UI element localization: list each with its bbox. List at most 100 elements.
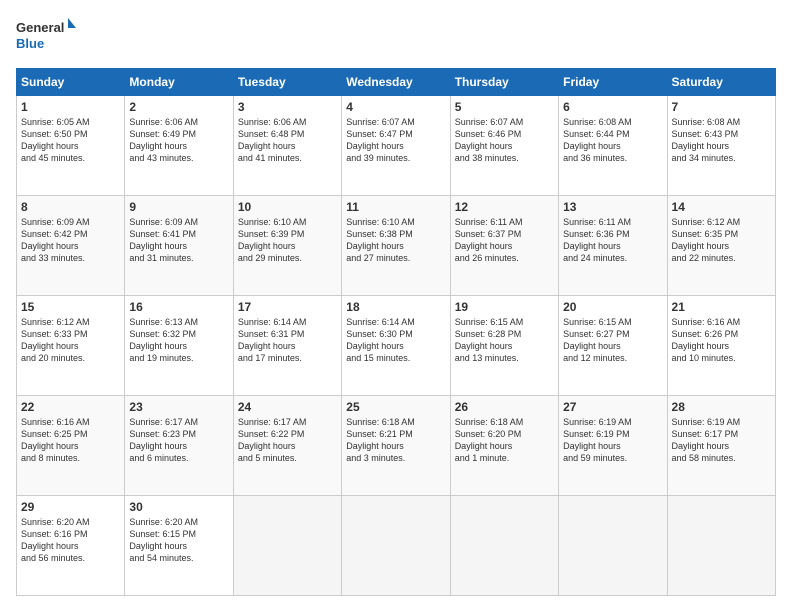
calendar-cell xyxy=(233,496,341,596)
calendar-week-row: 1Sunrise: 6:05 AMSunset: 6:50 PMDaylight… xyxy=(17,96,776,196)
weekday-header: Wednesday xyxy=(342,69,450,96)
day-info: Sunrise: 6:15 AMSunset: 6:27 PMDaylight … xyxy=(563,316,662,365)
daylight-value: and 1 minute. xyxy=(455,453,510,463)
calendar-cell xyxy=(342,496,450,596)
sunset-text: Sunset: 6:32 PM xyxy=(129,329,196,339)
sunrise-text: Sunrise: 6:06 AM xyxy=(129,117,198,127)
daylight-value: and 24 minutes. xyxy=(563,253,627,263)
day-number: 28 xyxy=(672,400,771,414)
daylight-label: Daylight hours xyxy=(238,141,296,151)
day-info: Sunrise: 6:18 AMSunset: 6:20 PMDaylight … xyxy=(455,416,554,465)
daylight-value: and 33 minutes. xyxy=(21,253,85,263)
daylight-label: Daylight hours xyxy=(563,141,621,151)
calendar-cell: 25Sunrise: 6:18 AMSunset: 6:21 PMDayligh… xyxy=(342,396,450,496)
day-info: Sunrise: 6:13 AM Sunset: 6:32 PM Daylight … xyxy=(129,316,228,365)
day-info: Sunrise: 6:15 AMSunset: 6:28 PMDaylight … xyxy=(455,316,554,365)
daylight-label: Daylight hours xyxy=(455,141,513,151)
daylight-label: Daylight hours xyxy=(21,541,79,551)
day-number: 11 xyxy=(346,200,445,214)
calendar-cell: 10Sunrise: 6:10 AMSunset: 6:39 PMDayligh… xyxy=(233,196,341,296)
calendar-cell: 18Sunrise: 6:14 AMSunset: 6:30 PMDayligh… xyxy=(342,296,450,396)
sunrise-text: Sunrise: 6:11 AM xyxy=(563,217,631,227)
sunrise-text: Sunrise: 6:14 AM xyxy=(238,317,307,327)
daylight-label: Daylight hours xyxy=(21,441,79,451)
sunset-text: Sunset: 6:42 PM xyxy=(21,229,88,239)
daylight-label: Daylight hours xyxy=(129,341,187,351)
day-info: Sunrise: 6:08 AMSunset: 6:43 PMDaylight … xyxy=(672,116,771,165)
day-number: 13 xyxy=(563,200,662,214)
daylight-label: Daylight hours xyxy=(346,141,404,151)
day-number: 15 xyxy=(21,300,120,314)
sunset-text: Sunset: 6:15 PM xyxy=(129,529,196,539)
daylight-label: Daylight hours xyxy=(455,241,513,251)
daylight-value: and 39 minutes. xyxy=(346,153,410,163)
calendar-cell xyxy=(450,496,558,596)
sunrise-text: Sunrise: 6:19 AM xyxy=(563,417,632,427)
day-info: Sunrise: 6:07 AMSunset: 6:46 PMDaylight … xyxy=(455,116,554,165)
daylight-value: and 12 minutes. xyxy=(563,353,627,363)
daylight-value: and 22 minutes. xyxy=(672,253,736,263)
calendar-cell: 3 Sunrise: 6:06 AM Sunset: 6:48 PM Daylight… xyxy=(233,96,341,196)
daylight-value: and 3 minutes. xyxy=(346,453,405,463)
logo: General Blue xyxy=(16,16,76,58)
day-number: 26 xyxy=(455,400,554,414)
sunset-text: Sunset: 6:50 PM xyxy=(21,129,88,139)
calendar-cell: 9Sunrise: 6:09 AMSunset: 6:41 PMDaylight… xyxy=(125,196,233,296)
daylight-label: Daylight hours xyxy=(129,141,187,151)
day-number: 8 xyxy=(21,200,120,214)
daylight-value: and 10 minutes. xyxy=(672,353,736,363)
sunset-text: Sunset: 6:44 PM xyxy=(563,129,630,139)
day-number: 3 xyxy=(238,100,337,114)
day-info: Sunrise: 6:09 AMSunset: 6:42 PMDaylight … xyxy=(21,216,120,265)
logo-svg: General Blue xyxy=(16,16,76,58)
calendar-cell: 16Sunrise: 6:13 AMSunset: 6:32 PMDayligh… xyxy=(125,296,233,396)
calendar-table: SundayMondayTuesdayWednesdayThursdayFrid… xyxy=(16,68,776,596)
daylight-value: and 5 minutes. xyxy=(238,453,297,463)
sunrise-text: Sunrise: 6:20 AM xyxy=(129,517,198,527)
sunrise-text: Sunrise: 6:12 AM xyxy=(21,317,90,327)
sunset-text: Sunset: 6:49 PM xyxy=(129,129,196,139)
day-number: 1 xyxy=(21,100,120,114)
daylight-value: and 38 minutes. xyxy=(455,153,519,163)
sunrise-text: Sunrise: 6:14 AM xyxy=(346,317,415,327)
sunset-text: Sunset: 6:43 PM xyxy=(672,129,739,139)
sunset-text: Sunset: 6:28 PM xyxy=(455,329,522,339)
sunrise-text: Sunrise: 6:18 AM xyxy=(346,417,415,427)
sunrise-text: Sunrise: 6:17 AM xyxy=(238,417,307,427)
day-number: 7 xyxy=(672,100,771,114)
svg-text:General: General xyxy=(16,20,64,35)
day-info: Sunrise: 6:07 AMSunset: 6:47 PMDaylight … xyxy=(346,116,445,165)
sunrise-text: Sunrise: 6:08 AM xyxy=(563,117,632,127)
day-number: 17 xyxy=(238,300,337,314)
daylight-label: Daylight hours xyxy=(346,241,404,251)
daylight-label: Daylight hours xyxy=(129,241,187,251)
daylight-label: Daylight hours xyxy=(672,241,730,251)
sunset-text: Sunset: 6:16 PM xyxy=(21,529,88,539)
sunrise-text: Sunrise: 6:11 AM xyxy=(455,217,523,227)
daylight-value: and 43 minutes. xyxy=(129,153,193,163)
day-number: 29 xyxy=(21,500,120,514)
daylight-value: and 45 minutes. xyxy=(21,153,85,163)
sunrise-text: Sunrise: 6:13 AM xyxy=(129,317,198,327)
sunrise-text: Sunrise: 6:12 AM xyxy=(672,217,741,227)
day-info: Sunrise: 6:10 AMSunset: 6:38 PMDaylight … xyxy=(346,216,445,265)
day-number: 2 xyxy=(129,100,228,114)
sunrise-text: Sunrise: 6:08 AM xyxy=(672,117,741,127)
calendar-cell: 2 Sunrise: 6:06 AM Sunset: 6:49 PM Daylight… xyxy=(125,96,233,196)
sunrise-text: Sunrise: 6:06 AM xyxy=(238,117,307,127)
daylight-label: Daylight hours xyxy=(672,341,730,351)
sunset-text: Sunset: 6:48 PM xyxy=(238,129,305,139)
sunrise-text: Sunrise: 6:07 AM xyxy=(455,117,524,127)
day-number: 4 xyxy=(346,100,445,114)
daylight-value: and 36 minutes. xyxy=(563,153,627,163)
day-number: 19 xyxy=(455,300,554,314)
sunrise-text: Sunrise: 6:16 AM xyxy=(672,317,741,327)
page: General Blue SundayMondayTuesdayWednesda… xyxy=(0,0,792,612)
calendar-cell: 13Sunrise: 6:11 AMSunset: 6:36 PMDayligh… xyxy=(559,196,667,296)
calendar-week-row: 29 Sunrise: 6:20 AM Sunset: 6:16 PM Dayligh… xyxy=(17,496,776,596)
daylight-value: and 59 minutes. xyxy=(563,453,627,463)
day-info: Sunrise: 6:14 AMSunset: 6:31 PMDaylight … xyxy=(238,316,337,365)
sunset-text: Sunset: 6:31 PM xyxy=(238,329,305,339)
svg-text:Blue: Blue xyxy=(16,36,44,51)
sunset-text: Sunset: 6:39 PM xyxy=(238,229,305,239)
